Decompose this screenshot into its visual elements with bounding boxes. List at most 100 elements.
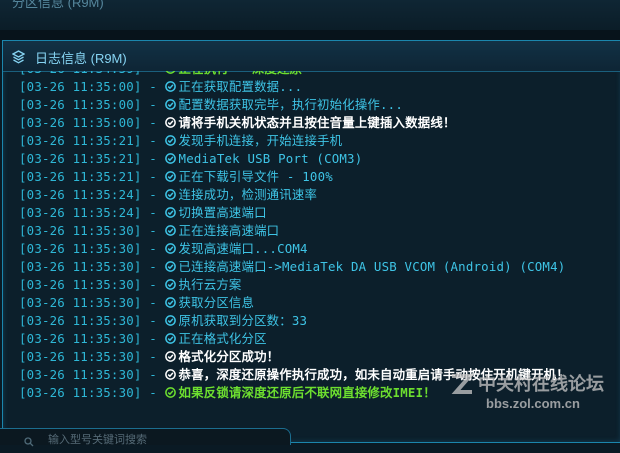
log-message: 正在执行 - 深度还原 (179, 71, 303, 76)
log-timestamp: [03-26 11:35:30] (19, 313, 142, 328)
log-timestamp: [03-26 11:35:24] (19, 187, 142, 202)
layers-icon (11, 49, 26, 64)
log-line: [03-26 11:35:00] - 配置数据获取完毕，执行初始化操作... (19, 96, 403, 114)
log-separator: - (141, 79, 165, 94)
log-panel-header[interactable]: 日志信息 (R9M) (3, 41, 620, 72)
log-timestamp: [03-26 11:35:24] (19, 205, 142, 220)
log-timestamp: [03-26 11:35:30] (19, 277, 142, 292)
log-line: [03-26 11:35:30] - 发现高速端口...COM4 (19, 240, 308, 258)
check-circle-icon (164, 297, 176, 308)
log-message: 格式化分区成功！ (178, 349, 280, 364)
log-line: [03-26 11:35:30] - 原机获取到分区数：33 (19, 312, 307, 330)
check-circle-icon (164, 81, 176, 92)
check-circle-icon (164, 351, 176, 362)
log-message: 如果反锁请深度还原后不联网直接修改IMEI！ (178, 385, 436, 400)
log-separator: - (141, 169, 165, 184)
log-separator: - (141, 241, 165, 256)
log-separator: - (141, 97, 165, 112)
log-line: [03-26 11:35:00] - 正在获取配置数据... (19, 78, 302, 96)
log-separator: - (141, 385, 165, 400)
log-message: 正在获取配置数据... (178, 79, 303, 94)
log-message: 切换置高速端口 (178, 205, 267, 220)
check-circle-icon (164, 315, 176, 326)
check-circle-icon (164, 387, 176, 398)
log-separator: - (141, 187, 165, 202)
log-line: [03-26 11:35:30] - 正在格式化分区 (19, 330, 267, 348)
log-panel: 日志信息 (R9M) [03-26 11:34:59] - 正在执行 - 深度还… (2, 40, 620, 443)
log-timestamp: [03-26 11:35:30] (19, 367, 142, 382)
log-timestamp: [03-26 11:35:21] (19, 133, 142, 148)
log-line: [03-26 11:35:24] - 切换置高速端口 (19, 204, 267, 222)
log-separator: - (141, 151, 165, 166)
log-message: 已连接高速端口->MediaTek DA USB VCOM (Android) … (178, 259, 566, 274)
log-separator: - (141, 205, 165, 220)
log-line: [03-26 11:35:30] - 格式化分区成功！ (19, 348, 279, 366)
log-timestamp: [03-26 11:35:00] (19, 97, 142, 112)
log-timestamp: [03-26 11:35:30] (19, 349, 142, 364)
log-message: 正在下载引导文件 - 100% (178, 169, 333, 184)
prev-panel-title: 分区信息 (R9M) (12, 0, 104, 10)
log-separator: - (141, 295, 165, 310)
check-circle-icon (164, 333, 176, 344)
log-panel-title: 日志信息 (R9M) (35, 51, 127, 66)
log-line: [03-26 11:35:30] - 获取分区信息 (19, 294, 254, 312)
log-line: [03-26 11:35:21] - 发现手机连接，开始连接手机 (19, 132, 342, 150)
panel-gap (0, 30, 620, 40)
log-line: [03-26 11:35:24] - 连接成功，检测通讯速率 (19, 186, 317, 204)
log-timestamp: [03-26 11:35:30] (19, 259, 142, 274)
log-list[interactable]: [03-26 11:34:59] - 正在执行 - 深度还原[03-26 11:… (3, 71, 620, 453)
log-separator: - (141, 223, 165, 238)
log-timestamp: [03-26 11:34:59] (19, 71, 142, 76)
log-message: 正在连接高速端口 (178, 223, 280, 238)
log-line: [03-26 11:34:59] - 正在执行 - 深度还原 (19, 71, 302, 78)
log-message: 发现手机连接，开始连接手机 (178, 133, 343, 148)
log-timestamp: [03-26 11:35:30] (19, 241, 142, 256)
log-separator: - (141, 367, 165, 382)
search-bar[interactable]: 输入型号关键词搜索 (0, 428, 291, 447)
log-line: [03-26 11:35:30] - 恭喜，深度还原操作执行成功，如未自动重启请… (19, 366, 569, 384)
log-message: 配置数据获取完毕，执行初始化操作... (178, 97, 403, 112)
check-circle-icon (164, 261, 176, 272)
log-separator: - (141, 313, 165, 328)
log-separator: - (142, 71, 165, 76)
check-circle-icon (164, 135, 176, 146)
log-separator: - (141, 259, 165, 274)
log-separator: - (141, 349, 165, 364)
check-circle-icon (164, 279, 176, 290)
log-message: 恭喜，深度还原操作执行成功，如未自动重启请手动按住开机键开机！ (178, 367, 569, 382)
log-line: [03-26 11:35:00] - 请将手机关机状态并且按住音量上键插入数据线… (19, 114, 456, 132)
log-timestamp: [03-26 11:35:30] (19, 385, 142, 400)
log-message: 获取分区信息 (178, 295, 255, 310)
check-circle-icon (164, 99, 176, 110)
log-line: [03-26 11:35:21] - MediaTek USB Port (CO… (19, 150, 362, 168)
check-circle-icon (165, 71, 175, 74)
check-circle-icon (164, 189, 176, 200)
log-separator: - (141, 115, 165, 130)
check-circle-icon (164, 153, 176, 164)
check-circle-icon (164, 369, 176, 380)
check-circle-icon (164, 207, 176, 218)
log-timestamp: [03-26 11:35:00] (19, 79, 142, 94)
log-message: 发现高速端口...COM4 (178, 241, 308, 256)
log-separator: - (141, 277, 165, 292)
log-timestamp: [03-26 11:35:30] (19, 223, 142, 238)
search-input[interactable]: 输入型号关键词搜索 (48, 431, 147, 447)
log-line: [03-26 11:35:30] - 执行云方案 (19, 276, 242, 294)
check-circle-icon (164, 243, 176, 254)
log-message: 请将手机关机状态并且按住音量上键插入数据线！ (178, 115, 456, 130)
log-timestamp: [03-26 11:35:30] (19, 331, 142, 346)
log-line: [03-26 11:35:30] - 已连接高速端口->MediaTek DA … (19, 258, 565, 276)
log-separator: - (141, 331, 165, 346)
log-line: [03-26 11:35:30] - 正在连接高速端口 (19, 222, 279, 240)
log-timestamp: [03-26 11:35:30] (19, 295, 142, 310)
prev-panel: 分区信息 (R9M) (0, 0, 620, 31)
log-message: 正在格式化分区 (178, 331, 267, 346)
log-line: [03-26 11:35:30] - 如果反锁请深度还原后不联网直接修改IMEI… (19, 384, 436, 402)
log-timestamp: [03-26 11:35:21] (19, 151, 142, 166)
log-timestamp: [03-26 11:35:00] (19, 115, 142, 130)
check-circle-icon (164, 225, 176, 236)
log-message: MediaTek USB Port (COM3) (178, 151, 363, 166)
check-circle-icon (164, 171, 176, 182)
log-separator: - (141, 133, 165, 148)
log-message: 连接成功，检测通讯速率 (178, 187, 318, 202)
